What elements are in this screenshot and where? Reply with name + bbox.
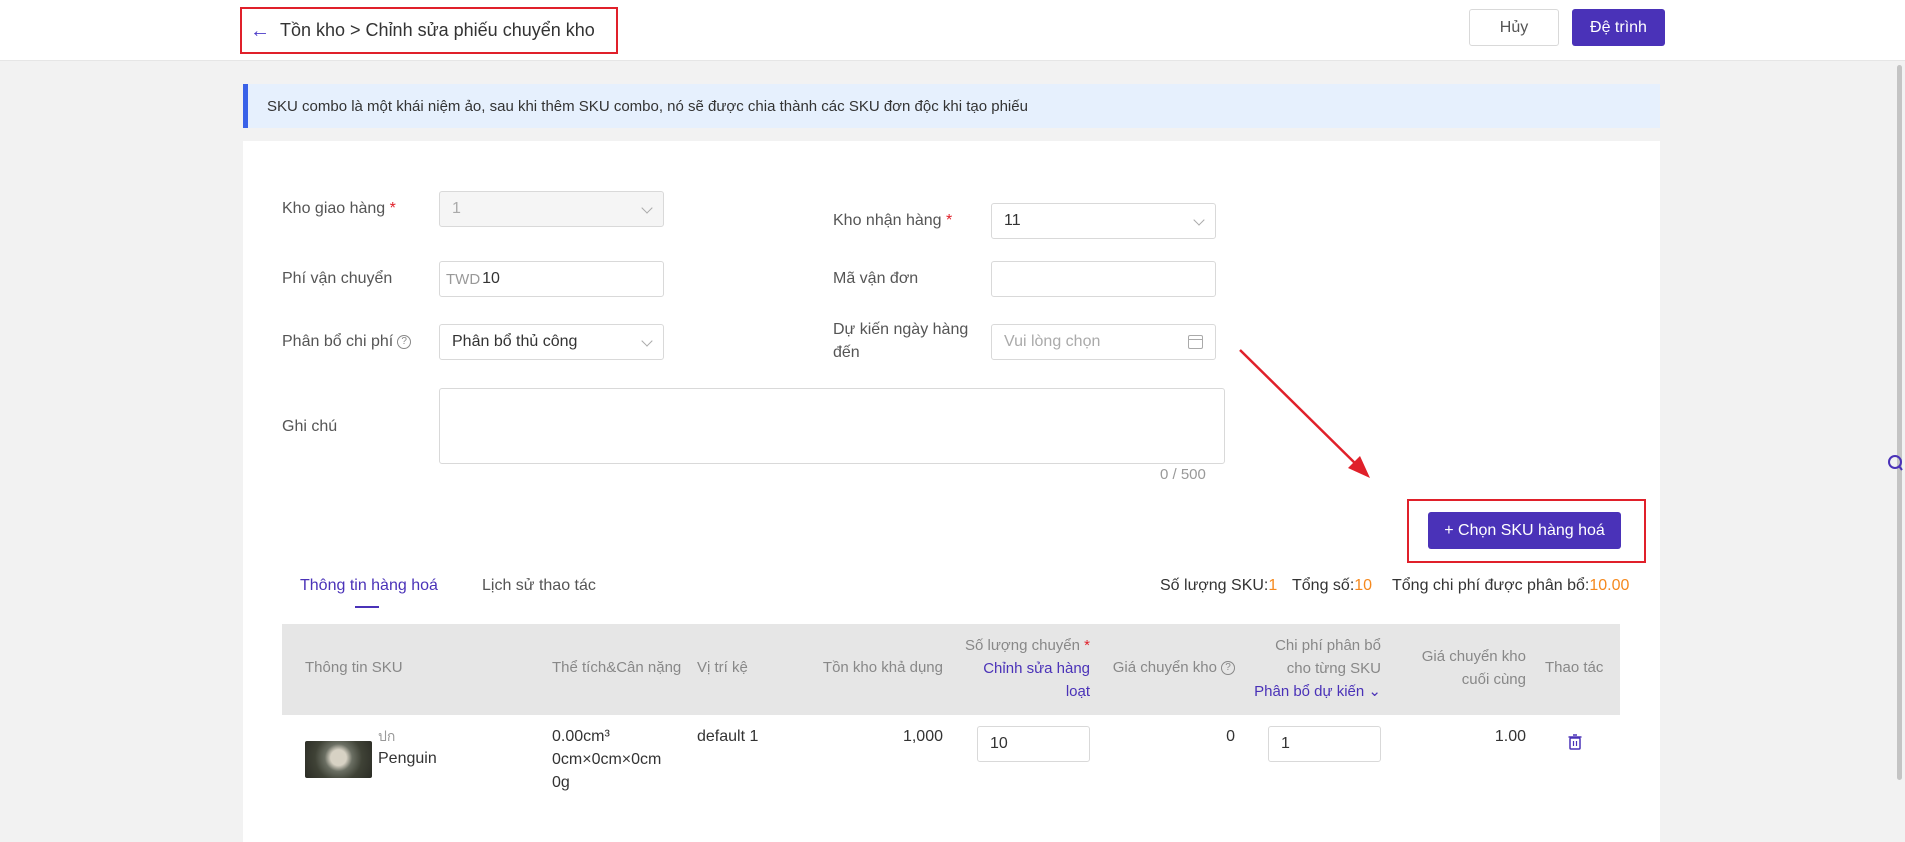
calendar-icon (1188, 335, 1203, 349)
sku-code: ปก (378, 728, 396, 744)
active-tab-indicator (355, 606, 379, 608)
annotation-arrow-icon (1239, 349, 1370, 478)
shipping-fee-input[interactable]: TWD 10 (439, 261, 664, 297)
chevron-down-icon (1193, 214, 1205, 226)
note-counter: 0 / 500 (1160, 466, 1206, 483)
cost-alloc-select[interactable]: Phân bổ thủ công (439, 324, 664, 360)
th-volume-weight: Thể tích&Cân nặng (552, 659, 682, 676)
alloc-total-stat: Tổng chi phí được phân bổ:10.00 (1392, 577, 1630, 594)
help-icon[interactable]: ? (1221, 661, 1235, 676)
total-stat: Tổng số:10 (1292, 577, 1373, 594)
sku-thumbnail (305, 741, 372, 778)
sku-count-stat: Số lượng SKU:1 (1160, 577, 1278, 594)
tracking-input[interactable] (991, 261, 1216, 297)
th-shelf: Vị trí kệ (697, 659, 748, 676)
breadcrumb: ← Tồn kho > Chỉnh sửa phiếu chuyển kho (240, 7, 618, 54)
cancel-button[interactable]: Hủy (1469, 9, 1559, 46)
tracking-label: Mã vận đơn (833, 270, 919, 287)
help-icon[interactable]: ? (397, 334, 412, 349)
choose-sku-button[interactable]: + Chọn SKU hàng hoá (1428, 512, 1621, 549)
note-textarea[interactable] (439, 388, 1225, 464)
trash-icon[interactable] (1568, 734, 1582, 750)
ship-warehouse-label: Kho giao hàng * (282, 200, 396, 217)
eta-date-picker[interactable]: Vui lòng chọn (991, 324, 1216, 360)
sku-name: Penguin (378, 750, 437, 767)
receive-warehouse-label: Kho nhận hàng * (833, 212, 953, 229)
eta-label: Dự kiến ngày hàng đến (833, 321, 969, 361)
note-label: Ghi chú (282, 418, 338, 435)
tab-product-info[interactable]: Thông tin hàng hoá (300, 575, 438, 597)
alloc-cost-input[interactable]: 1 (1268, 726, 1381, 762)
ship-warehouse-select: 1 (439, 191, 664, 227)
back-arrow-icon[interactable]: ← (250, 21, 270, 41)
shipping-fee-label: Phí vận chuyển (282, 270, 393, 287)
th-transfer-price: Giá chuyển kho? (1080, 656, 1235, 679)
scrollbar-thumb[interactable] (1897, 65, 1902, 780)
sku-volume-weight: 0.00cm³ 0cm×0cm×0cm 0g (552, 728, 662, 791)
th-alloc-cost: Chi phí phân bổ cho từng SKU Phân bổ dự … (1235, 634, 1381, 703)
search-icon[interactable] (1885, 454, 1903, 472)
submit-button[interactable]: Đệ trình (1572, 9, 1665, 46)
th-sku-info: Thông tin SKU (305, 659, 403, 676)
sku-transfer-price: 0 (1226, 728, 1235, 745)
sku-final-price: 1.00 (1494, 728, 1526, 745)
tab-history[interactable]: Lịch sử thao tác (482, 575, 596, 597)
transfer-qty-input[interactable]: 10 (977, 726, 1090, 762)
top-bar: ← Tồn kho > Chỉnh sửa phiếu chuyển kho H… (0, 0, 1905, 61)
chevron-down-icon: ⌄ (1368, 683, 1381, 700)
sku-shelf: default 1 (697, 728, 759, 745)
th-actions: Thao tác (1545, 659, 1604, 676)
receive-warehouse-select[interactable]: 11 (991, 203, 1216, 239)
chevron-down-icon (641, 202, 653, 214)
bulk-edit-link[interactable]: Chỉnh sửa hàng (920, 657, 1090, 680)
alloc-estimate-dropdown[interactable]: Phân bổ dự kiến ⌄ (1235, 680, 1381, 703)
sku-available: 1,000 (902, 728, 943, 745)
chevron-down-icon (641, 335, 653, 347)
th-transfer-qty: Số lượng chuyển * Chỉnh sửa hàng loạt (920, 634, 1090, 703)
cost-alloc-label: Phân bổ chi phí? (282, 330, 412, 353)
page-title: Tồn kho > Chỉnh sửa phiếu chuyển kho (280, 20, 595, 40)
combo-notice: SKU combo là một khái niệm ảo, sau khi t… (243, 84, 1660, 128)
currency-prefix: TWD (446, 270, 481, 288)
th-final-price: Giá chuyển kho cuối cùng (1421, 648, 1526, 688)
